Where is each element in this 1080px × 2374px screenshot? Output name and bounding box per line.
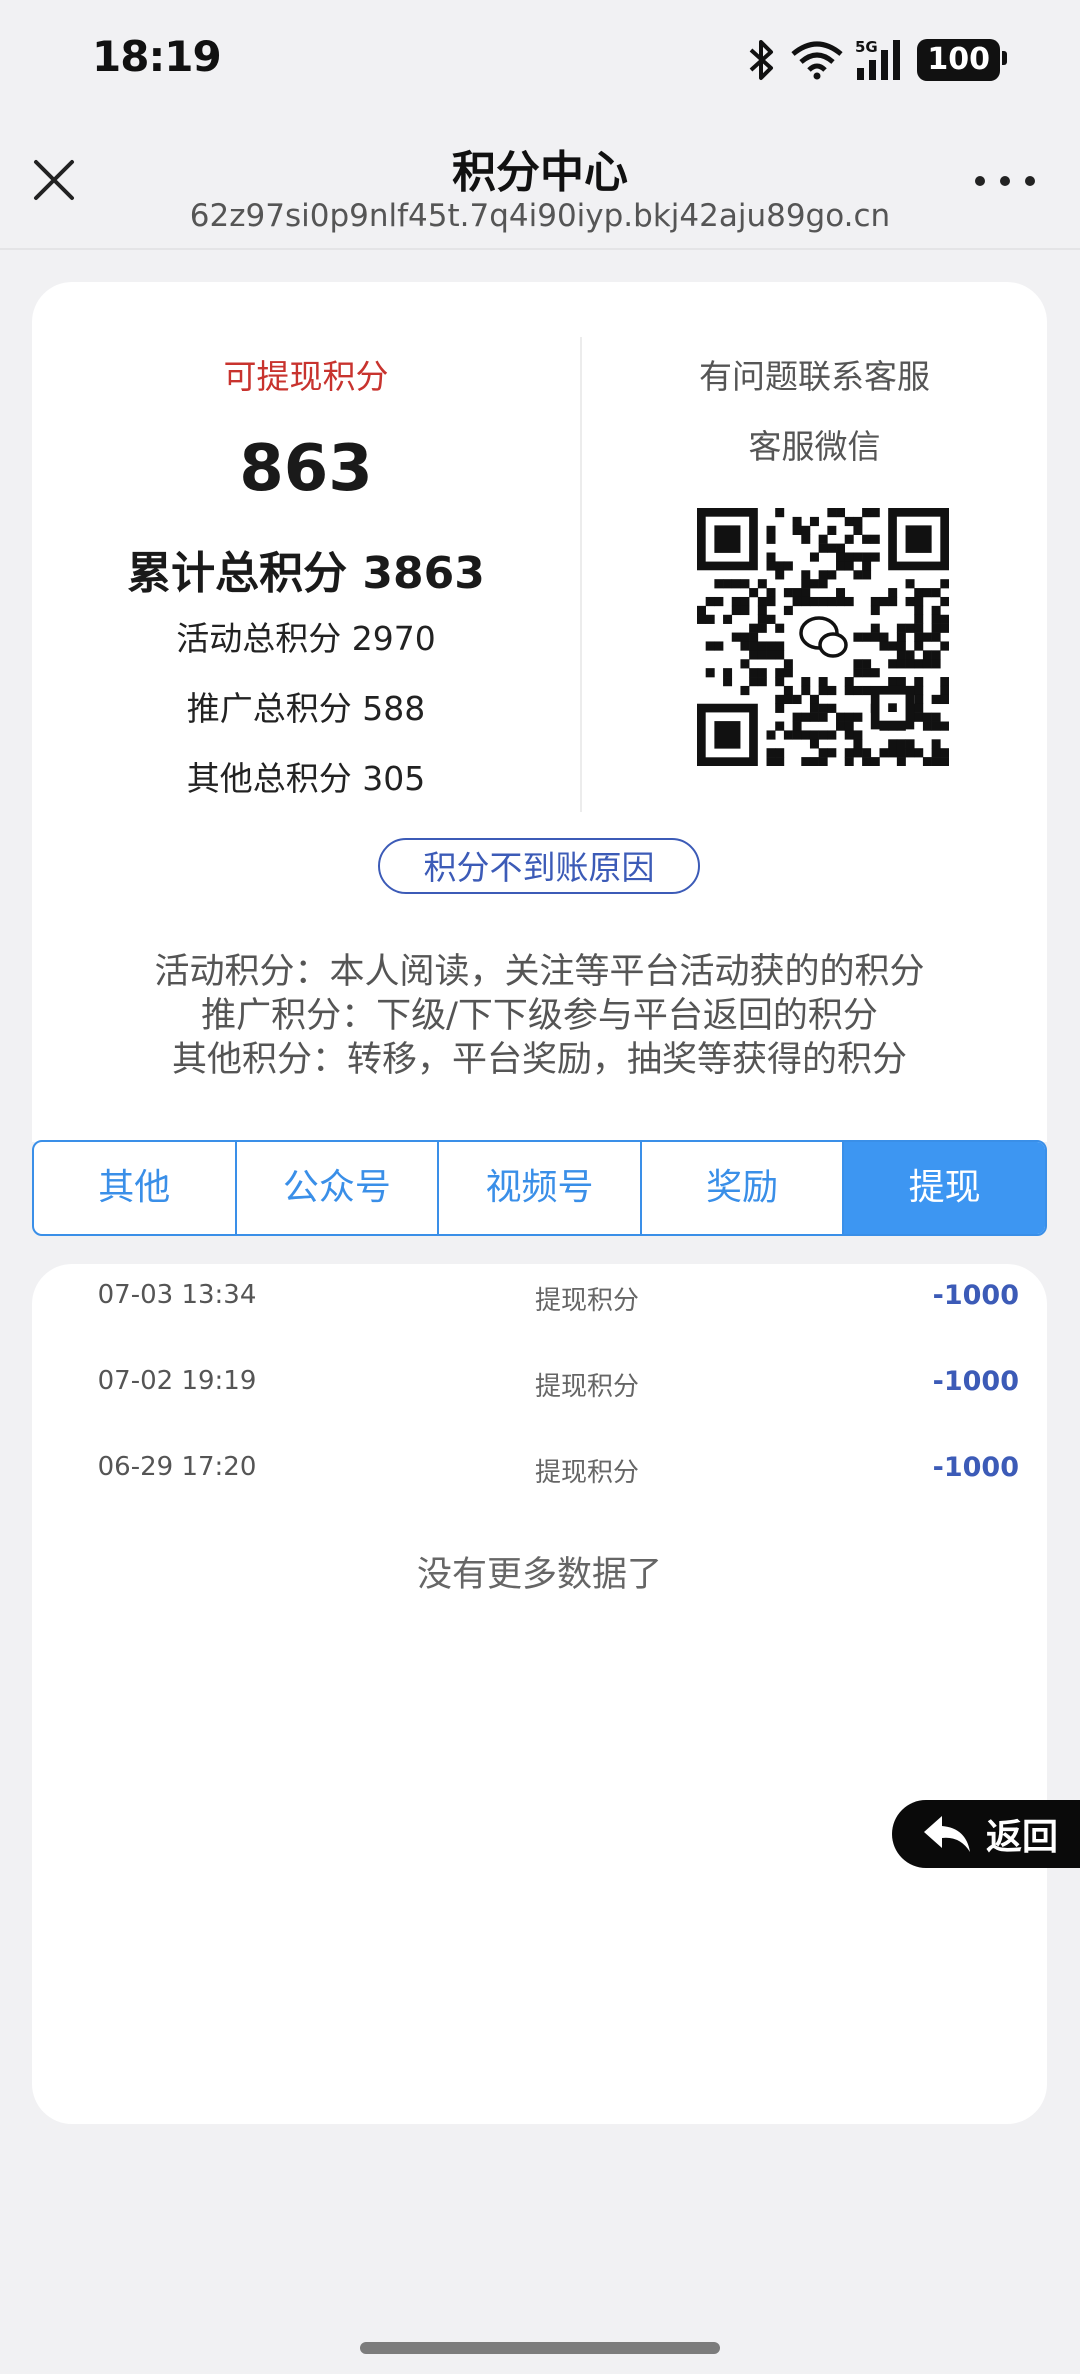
signal-5g-icon: 5G [855,38,901,80]
record-desc: 提现积分 [534,1458,639,1488]
more-icon[interactable] [970,166,1040,196]
promotion-points: 推广总积分 588 [186,689,426,728]
points-reason-button[interactable]: 积分不到账原因 [378,838,700,894]
wechat-qr-code[interactable] [697,508,949,766]
page-title: 积分中心 [452,147,628,198]
back-arrow-icon [924,1816,970,1852]
points-card: 可提现积分 863 累计总积分 3863 活动总积分 2970 推广总积分 58… [32,282,1047,1142]
records-list: 07-03 13:34 提现积分 -1000 07-02 19:19 提现积分 … [32,1264,1047,2124]
total-points: 累计总积分 3863 [127,548,485,599]
bluetooth-icon [750,40,774,80]
record-date: 06-29 17:20 [97,1452,257,1482]
list-item: 06-29 17:20 提现积分 -1000 [32,1436,1047,1496]
record-amount: -1000 [932,1366,1019,1397]
activity-explanation: 活动积分：本人阅读，关注等平台活动获的的积分 [154,952,925,992]
back-button-label: 返回 [986,1817,1059,1858]
home-indicator[interactable] [360,2342,720,2354]
category-tabs: 其他 公众号 视频号 奖励 提现 [32,1140,1047,1236]
battery-indicator: 100 [917,39,1007,81]
tab-other[interactable]: 其他 [34,1142,237,1234]
tab-official-account[interactable]: 公众号 [237,1142,440,1234]
service-contact-text: 有问题联系客服 [699,357,930,396]
service-wechat-text: 客服微信 [748,427,881,466]
promotion-explanation: 推广积分：下级/下下级参与平台返回的积分 [201,996,878,1036]
tab-reward[interactable]: 奖励 [642,1142,845,1234]
status-icons: 5G 100 [745,36,1007,84]
record-desc: 提现积分 [534,1372,639,1402]
activity-points: 活动总积分 2970 [176,619,436,658]
nav-bar: 积分中心 62z97si0p9nlf45t.7q4i90iyp.bkj42aju… [0,118,1080,250]
record-desc: 提现积分 [534,1286,639,1316]
record-date: 07-02 19:19 [97,1366,257,1396]
other-points: 其他总积分 305 [186,759,426,798]
back-button[interactable]: 返回 [892,1800,1080,1868]
withdrawable-value: 863 [239,432,373,506]
list-item: 07-03 13:34 提现积分 -1000 [32,1264,1047,1324]
tab-video-account[interactable]: 视频号 [439,1142,642,1234]
record-amount: -1000 [932,1280,1019,1311]
list-item: 07-02 19:19 提现积分 -1000 [32,1350,1047,1410]
record-date: 07-03 13:34 [97,1280,257,1310]
no-more-data-text: 没有更多数据了 [416,1555,662,1595]
status-time: 18:19 [92,32,222,81]
network-type: 5G [855,38,878,56]
withdrawable-label: 可提现积分 [223,357,389,396]
tab-withdraw[interactable]: 提现 [844,1142,1045,1234]
record-amount: -1000 [932,1452,1019,1483]
other-explanation: 其他积分：转移，平台奖励，抽奖等获得的积分 [171,1040,907,1080]
status-bar: 18:19 5G 100 [0,0,1080,118]
column-divider [580,337,582,812]
page-url: 62z97si0p9nlf45t.7q4i90iyp.bkj42aju89go.… [189,198,891,234]
wifi-icon [791,41,843,80]
